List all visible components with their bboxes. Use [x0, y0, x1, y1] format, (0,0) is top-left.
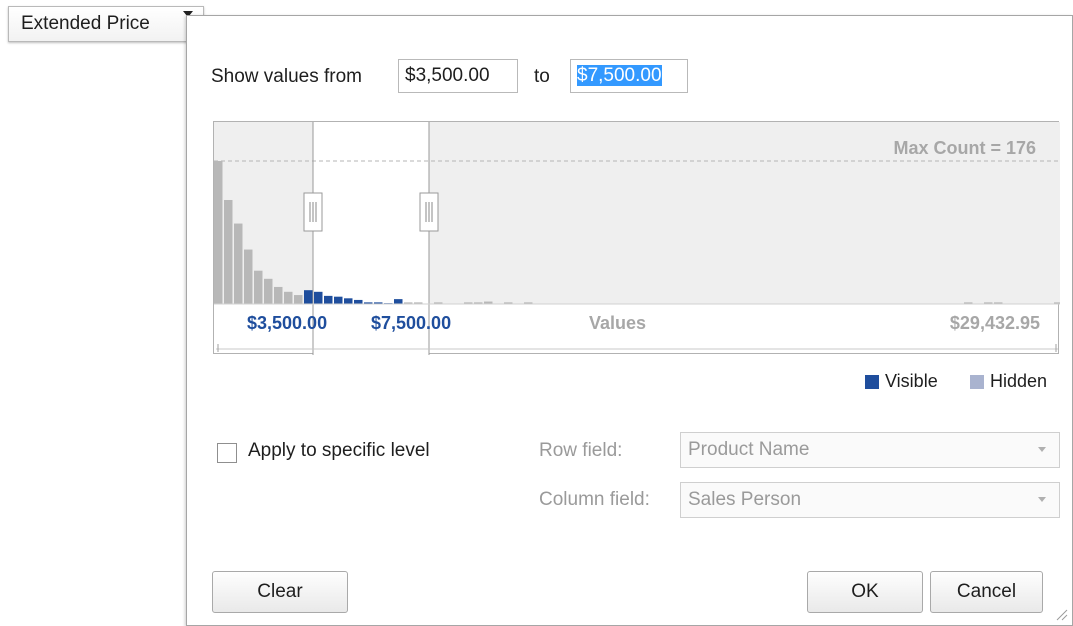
- left-range-handle[interactable]: [303, 192, 323, 232]
- cancel-button[interactable]: Cancel: [930, 571, 1043, 613]
- histogram-bar: [244, 249, 253, 304]
- hidden-legend-label: Hidden: [990, 371, 1048, 391]
- histogram-bar: [234, 223, 243, 304]
- histogram-bar: [344, 298, 353, 304]
- to-label: to: [534, 66, 550, 87]
- visible-legend-label: Visible: [885, 371, 938, 391]
- filter-popup: Show values from $3,500.00 to $7,500.00 …: [186, 15, 1073, 626]
- apply-specific-level-checkbox[interactable]: [217, 443, 237, 463]
- clear-button[interactable]: Clear: [212, 571, 348, 613]
- values-axis-label: Values: [589, 313, 646, 333]
- hidden-swatch: [970, 374, 984, 389]
- column-field-label: Column field:: [539, 489, 650, 510]
- histogram-bar: [394, 299, 403, 304]
- histogram-bar: [294, 295, 303, 304]
- to-value-input[interactable]: $7,500.00: [570, 59, 688, 93]
- histogram-bar: [314, 291, 323, 304]
- histogram-bar: [264, 278, 273, 304]
- to-value-text: $7,500.00: [577, 65, 662, 86]
- histogram-bar: [274, 286, 283, 304]
- visible-swatch: [865, 374, 879, 389]
- resize-grip-icon[interactable]: [1054, 607, 1068, 621]
- histogram-bar: [304, 290, 313, 304]
- chevron-down-icon[interactable]: [1035, 442, 1049, 456]
- row-field-dropdown[interactable]: Product Name: [680, 432, 1060, 468]
- right-range-handle[interactable]: [419, 192, 439, 232]
- chevron-down-icon[interactable]: [1035, 492, 1049, 506]
- apply-specific-level-label[interactable]: Apply to specific level: [248, 440, 430, 462]
- legend-hidden: Hidden: [970, 371, 1047, 392]
- row-field-label: Row field:: [539, 440, 623, 461]
- range-from-label: $3,500.00: [247, 313, 327, 333]
- from-value-input[interactable]: $3,500.00: [398, 59, 518, 93]
- ok-button[interactable]: OK: [807, 571, 923, 613]
- range-to-label: $7,500.00: [371, 313, 451, 333]
- histogram-bar: [254, 270, 263, 304]
- extended-price-field-header[interactable]: Extended Price: [8, 6, 204, 42]
- histogram-bar: [354, 299, 363, 304]
- histogram-bar: [334, 296, 343, 304]
- from-value-text: $3,500.00: [405, 65, 490, 86]
- histogram-svg: Max Count = 176 $3,500.00 $7,500.00 Valu…: [214, 122, 1060, 355]
- histogram-bar: [284, 291, 293, 304]
- column-field-value: Sales Person: [688, 489, 802, 510]
- histogram-bar: [214, 161, 223, 304]
- max-value-label: $29,432.95: [950, 313, 1040, 333]
- row-field-value: Product Name: [688, 439, 810, 460]
- show-values-from-label: Show values from: [211, 66, 363, 87]
- column-field-dropdown[interactable]: Sales Person: [680, 482, 1060, 518]
- histogram-bar: [324, 295, 333, 304]
- value-histogram[interactable]: Max Count = 176 $3,500.00 $7,500.00 Valu…: [213, 121, 1060, 355]
- max-count-label: Max Count = 176: [893, 138, 1036, 158]
- field-header-label: Extended Price: [21, 13, 150, 34]
- legend-visible: Visible: [865, 371, 938, 392]
- histogram-bar: [224, 200, 233, 304]
